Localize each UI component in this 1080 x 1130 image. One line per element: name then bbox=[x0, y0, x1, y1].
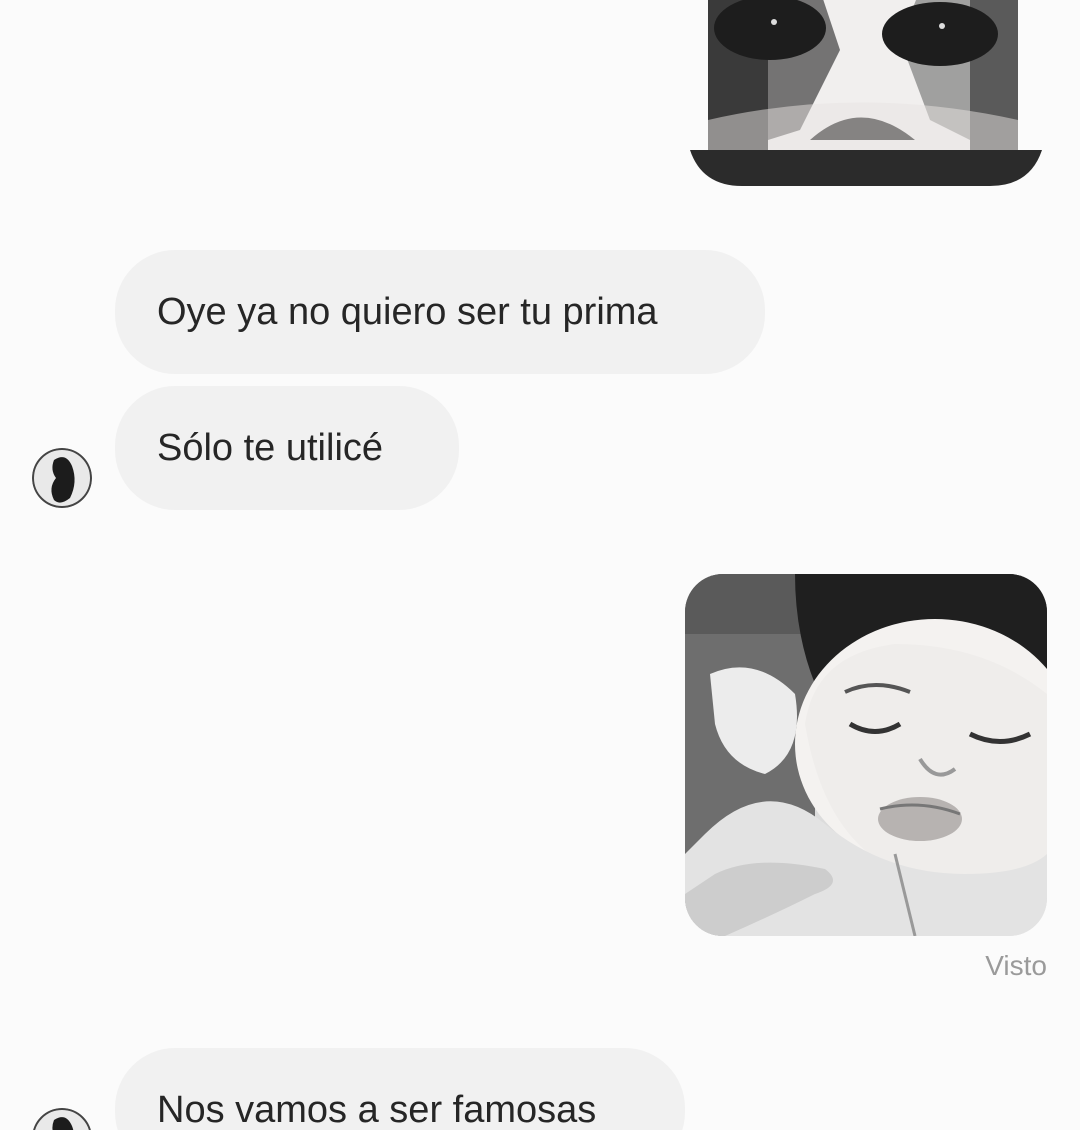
contact-avatar[interactable] bbox=[32, 448, 92, 508]
message-text: Nos vamos a ser famosas bbox=[157, 1089, 597, 1130]
message-text: Oye ya no quiero ser tu prima bbox=[157, 291, 658, 333]
incoming-message-bubble[interactable]: Nos vamos a ser famosas bbox=[115, 1048, 685, 1130]
dog-face-image bbox=[690, 0, 1042, 186]
avatar-photo-icon bbox=[33, 1108, 91, 1130]
contact-avatar[interactable] bbox=[32, 1108, 92, 1130]
avatar-photo-icon bbox=[32, 448, 92, 508]
sent-image-dog[interactable] bbox=[690, 0, 1042, 186]
incoming-message-bubble[interactable]: Oye ya no quiero ser tu prima bbox=[115, 250, 765, 374]
sent-image-baby[interactable] bbox=[685, 574, 1047, 936]
seen-status: Visto bbox=[985, 950, 1047, 981]
sad-baby-image bbox=[685, 574, 1047, 936]
message-text: Sólo te utilicé bbox=[157, 427, 384, 469]
incoming-message-bubble[interactable]: Sólo te utilicé bbox=[115, 386, 459, 510]
chat-thread[interactable]: Oye ya no quiero ser tu prima Sólo te ut… bbox=[0, 0, 1080, 1130]
